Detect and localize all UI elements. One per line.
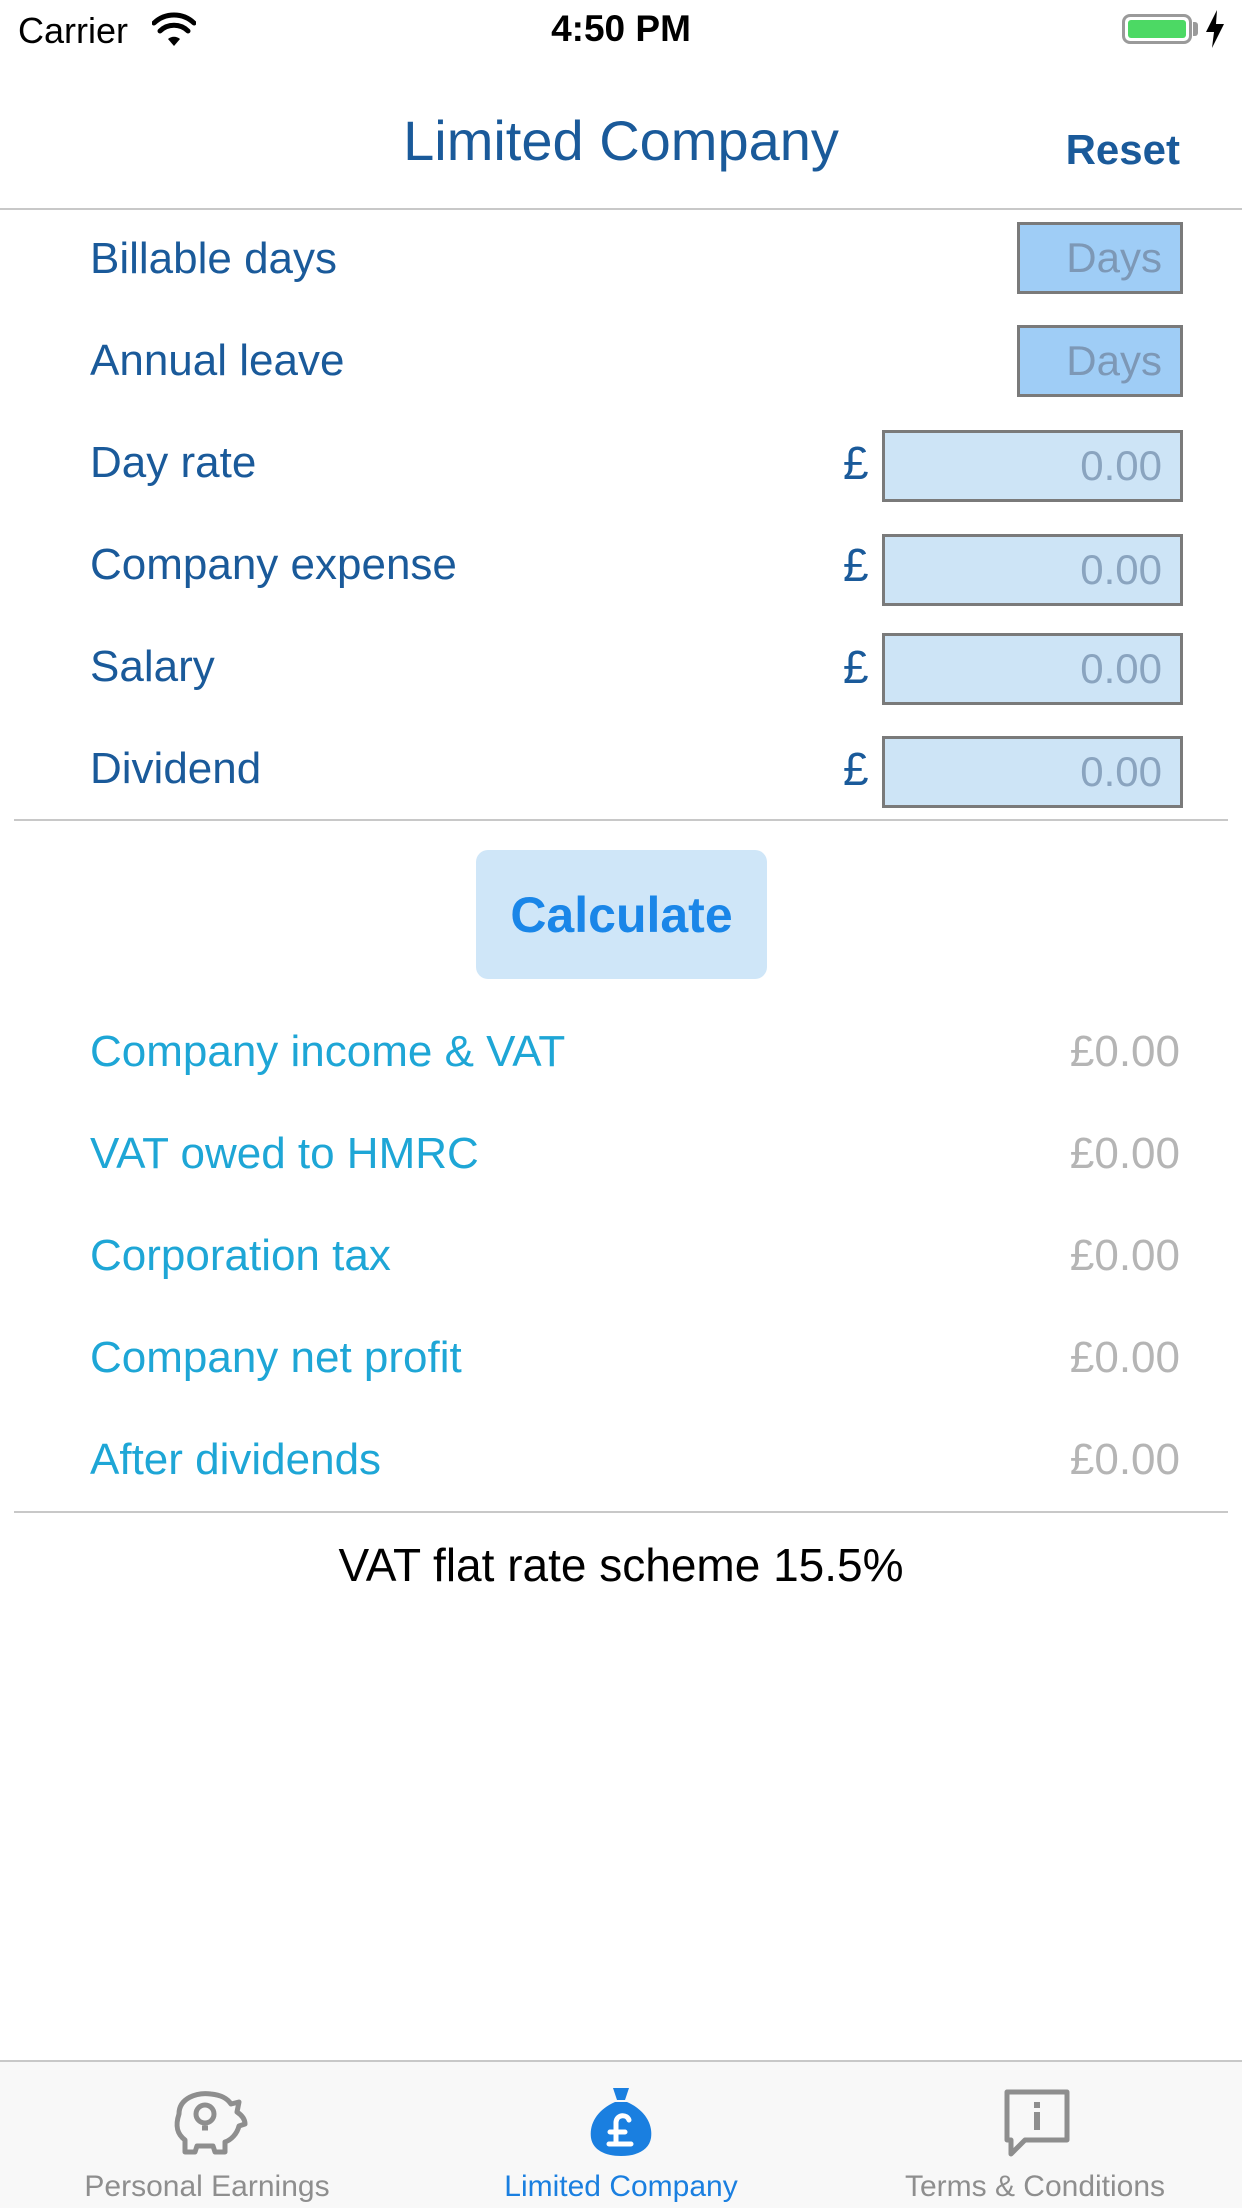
tab-terms-conditions-label: Terms & Conditions xyxy=(904,2170,1166,2203)
results-divider xyxy=(14,1511,1228,1513)
company-net-profit-value: £0.00 xyxy=(1069,1333,1180,1382)
dividend-label: Dividend xyxy=(90,744,262,793)
tab-limited-company-label: Limited Company xyxy=(504,2170,738,2203)
tab-limited-company[interactable]: Limited Company xyxy=(414,2062,828,2208)
billable-days-label: Billable days xyxy=(90,234,338,283)
day-rate-currency: £ xyxy=(843,437,869,489)
dividend-currency: £ xyxy=(843,743,869,795)
after-dividends-label: After dividends xyxy=(90,1435,382,1484)
money-bag-icon xyxy=(590,2088,652,2156)
info-speech-icon xyxy=(1004,2089,1070,2157)
company-expense-field[interactable] xyxy=(882,534,1183,606)
reset-button[interactable]: Reset xyxy=(1066,126,1180,174)
vat-scheme-note: VAT flat rate scheme 15.5% xyxy=(338,1539,904,1591)
header-divider xyxy=(0,208,1242,210)
company-expense-label: Company expense xyxy=(90,540,457,589)
corporation-tax-label: Corporation tax xyxy=(90,1231,391,1280)
calculate-button[interactable]: Calculate xyxy=(476,850,767,979)
corporation-tax-value: £0.00 xyxy=(1069,1231,1180,1280)
company-income-vat-label: Company income & VAT xyxy=(90,1027,566,1076)
salary-currency: £ xyxy=(843,641,869,693)
vat-owed-label: VAT owed to HMRC xyxy=(90,1129,479,1178)
tab-personal-earnings-label: Personal Earnings xyxy=(84,2170,330,2203)
annual-leave-field[interactable] xyxy=(1017,325,1183,397)
company-net-profit-label: Company net profit xyxy=(90,1333,462,1382)
tab-personal-earnings[interactable]: Personal Earnings xyxy=(0,2062,414,2208)
piggy-bank-icon xyxy=(174,2091,248,2155)
day-rate-field[interactable] xyxy=(882,430,1183,502)
dividend-field[interactable] xyxy=(882,736,1183,808)
company-expense-currency: £ xyxy=(843,539,869,591)
day-rate-label: Day rate xyxy=(90,438,257,487)
salary-field[interactable] xyxy=(882,633,1183,705)
page-title: Limited Company xyxy=(403,109,839,172)
billable-days-field[interactable] xyxy=(1017,222,1183,294)
company-income-vat-value: £0.00 xyxy=(1069,1027,1180,1076)
annual-leave-label: Annual leave xyxy=(90,336,345,385)
charging-bolt-icon xyxy=(1206,10,1224,48)
status-time: 4:50 PM xyxy=(551,8,691,49)
salary-label: Salary xyxy=(90,642,215,691)
battery-icon xyxy=(1122,14,1192,44)
battery-nub xyxy=(1193,22,1198,36)
tab-bar: Personal Earnings Limited Company Terms … xyxy=(0,2060,1242,2208)
vat-owed-value: £0.00 xyxy=(1069,1129,1180,1178)
after-dividends-value: £0.00 xyxy=(1069,1435,1180,1484)
inputs-divider xyxy=(14,819,1228,821)
tab-terms-conditions[interactable]: Terms & Conditions xyxy=(828,2062,1242,2208)
